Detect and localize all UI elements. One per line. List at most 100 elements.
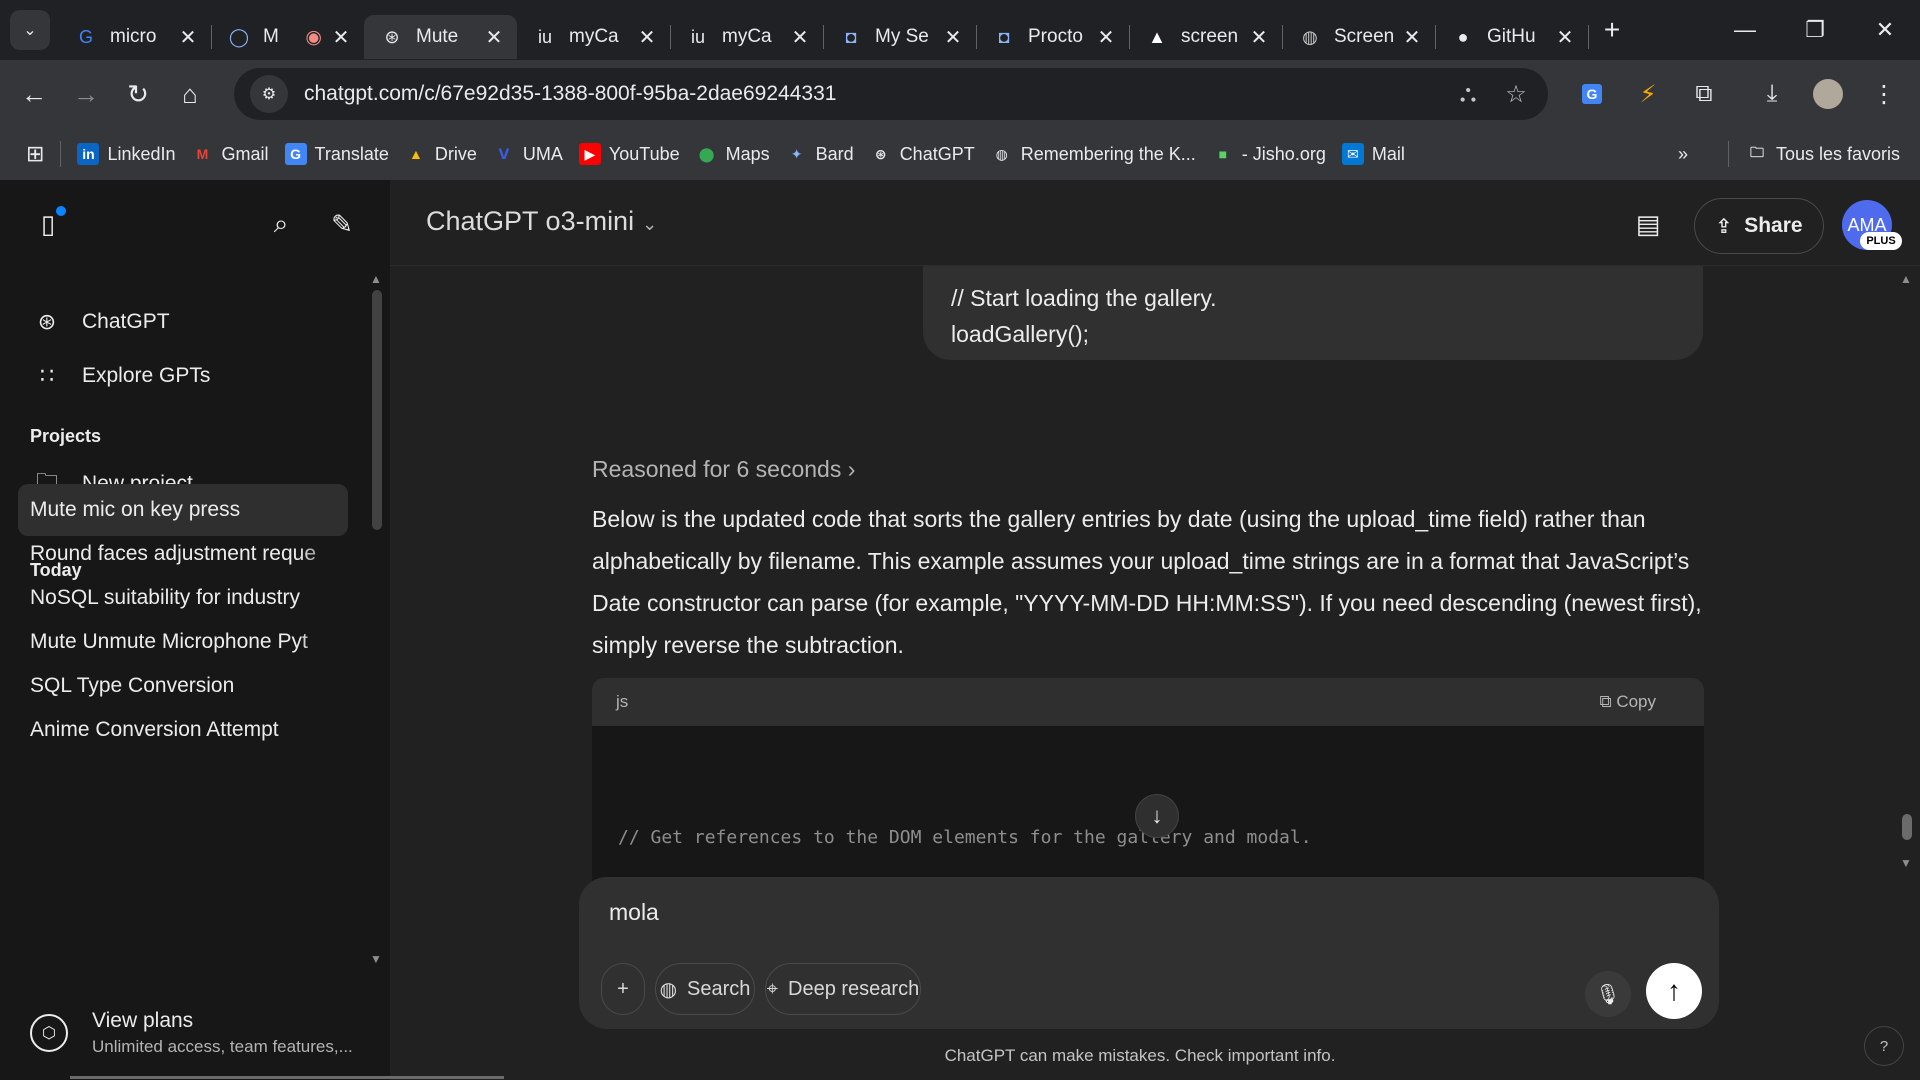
scroll-down-icon[interactable]: ▼ [370, 952, 382, 966]
drive-icon: ▲ [408, 146, 423, 162]
browser-tab[interactable]: iu myCa ✕ [670, 15, 824, 59]
browser-tab[interactable]: iu myCa ✕ [517, 15, 671, 59]
close-tab-icon[interactable]: ✕ [177, 25, 199, 50]
model-selector[interactable]: ChatGPT o3-mini ⌄ [426, 206, 657, 237]
translate-page-icon[interactable]: ⛬ [1444, 80, 1492, 108]
conversation-item[interactable]: Anime Conversion Attempt [18, 704, 348, 756]
reasoning-label: Reasoned for 6 seconds [592, 456, 842, 482]
deep-research-button[interactable]: ⌖ Deep research [765, 963, 921, 1015]
bookmark-item[interactable]: ⬤ Maps [688, 136, 778, 172]
reload-button[interactable]: ↻ [112, 68, 164, 120]
send-button[interactable]: ↑ [1646, 963, 1702, 1019]
close-window-icon[interactable]: ✕ [1850, 0, 1920, 60]
sidebar-item-chatgpt[interactable]: ⊛ ChatGPT [18, 296, 348, 348]
translate-icon: G [284, 143, 307, 165]
plus-badge: PLUS [1860, 232, 1902, 250]
user-message-line: loadGallery(); [951, 321, 1090, 347]
back-button[interactable]: ← [8, 68, 60, 120]
iu-icon: iu [537, 26, 552, 47]
scroll-up-icon[interactable]: ▲ [370, 272, 382, 286]
close-tab-icon[interactable]: ✕ [1248, 25, 1270, 50]
google-translate-extension-icon[interactable]: G [1564, 84, 1620, 104]
browser-tab[interactable]: ● GitHu ✕ [1435, 15, 1589, 59]
search-button[interactable]: ◍ Search [655, 963, 755, 1015]
bookmark-item[interactable]: ✉ Mail [1334, 136, 1413, 172]
close-tab-icon[interactable]: ✕ [330, 25, 352, 50]
bookmark-list: in LinkedIn M Gmail G Translate ▲ Drive ᐯ UMA ▶ You… [69, 136, 1412, 172]
browser-tab[interactable]: ◯ M ◉ ✕ [211, 15, 365, 59]
bookmark-label: Mail [1371, 143, 1405, 164]
all-bookmarks-folder[interactable]: 🗀 Tous les favoris [1738, 136, 1908, 172]
scroll-down-icon[interactable]: ▼ [1900, 856, 1912, 870]
linkedin-icon: in [77, 143, 100, 165]
shield-icon: ◘ [845, 26, 857, 47]
horizontal-scrollbar[interactable] [70, 1076, 504, 1079]
folder-icon: 🗀 [1750, 144, 1764, 160]
new-tab-button[interactable]: + [1592, 14, 1632, 46]
view-plans-button[interactable]: ⬡ View plans Unlimited access, team feat… [18, 1000, 368, 1066]
close-tab-icon[interactable]: ✕ [1095, 25, 1117, 50]
more-bookmarks-icon[interactable]: » [1670, 136, 1696, 172]
puzzle-icon[interactable]: ⧉ [1676, 80, 1732, 108]
url-text[interactable]: chatgpt.com/c/67e92d35-1388-800f-95ba-2d… [304, 82, 1444, 106]
close-tab-icon[interactable]: ✕ [636, 25, 658, 50]
sidebar-scrollbar[interactable] [372, 290, 382, 530]
bookmark-star-icon[interactable]: ☆ [1492, 80, 1540, 109]
tab-search-button[interactable]: ⌄ [10, 10, 50, 50]
close-tab-icon[interactable]: ✕ [1554, 25, 1576, 50]
help-button[interactable]: ? [1864, 1026, 1904, 1066]
forward-button[interactable]: → [60, 68, 112, 120]
address-bar[interactable]: ⚙ chatgpt.com/c/67e92d35-1388-800f-95ba-… [234, 68, 1548, 120]
new-chat-icon[interactable]: ✎ [320, 202, 364, 246]
restore-icon[interactable]: ❐ [1780, 0, 1850, 60]
home-button[interactable]: ⌂ [164, 68, 216, 120]
bookmark-item[interactable]: ✦ Bard [778, 136, 862, 172]
browser-tab[interactable]: ⊛ Mute ✕ [364, 15, 517, 59]
sidebar-item-explore-gpts[interactable]: ∷ Explore GPTs [18, 350, 348, 402]
scroll-up-icon[interactable]: ▲ [1900, 272, 1912, 286]
browser-tab[interactable]: Gmicro ✕ [58, 15, 212, 59]
bookmark-item[interactable]: ᐯ UMA [485, 136, 571, 172]
close-tab-icon[interactable]: ✕ [789, 25, 811, 50]
bookmark-item[interactable]: ▶ YouTube [571, 136, 688, 172]
close-tab-icon[interactable]: ✕ [1401, 25, 1423, 50]
bookmark-label: Bard [815, 143, 854, 164]
attach-button[interactable]: + [601, 963, 645, 1015]
browser-tab[interactable]: ▲ screen ✕ [1129, 15, 1283, 59]
download-icon[interactable]: ⤓ [1744, 80, 1800, 108]
site-info-icon[interactable]: ⚙ [250, 75, 288, 113]
search-icon[interactable]: ⌕ [259, 202, 303, 246]
close-tab-icon[interactable]: ✕ [483, 25, 505, 50]
browser-menu-icon[interactable]: ⋮ [1856, 80, 1912, 109]
pen-extension-icon[interactable]: ⚡ [1620, 80, 1676, 109]
scroll-to-bottom-button[interactable]: ↓ [1135, 794, 1179, 838]
bookmark-item[interactable]: M Gmail [184, 136, 277, 172]
browser-tab[interactable]: ◘ My Se ✕ [823, 15, 977, 59]
reasoning-summary-toggle[interactable]: Reasoned for 6 seconds › [592, 456, 855, 483]
forward-arrow-icon: → [73, 78, 99, 109]
bookmark-item[interactable]: ■ - Jisho.org [1204, 136, 1334, 172]
minimize-icon[interactable]: — [1710, 0, 1780, 60]
jisho-icon: ■ [1218, 146, 1228, 162]
copy-code-button[interactable]: ⧉ Copy [1599, 692, 1656, 712]
code-language-label: js [616, 692, 629, 711]
all-bookmarks-label: Tous les favoris [1776, 143, 1901, 164]
main-scrollbar[interactable] [1902, 814, 1912, 840]
prompt-input[interactable]: mola [609, 899, 659, 926]
profile-avatar[interactable] [1800, 79, 1856, 109]
share-button[interactable]: ⇪ Share [1694, 198, 1824, 254]
close-tab-icon[interactable]: ✕ [942, 25, 964, 50]
browser-tab[interactable]: ◍ Screen ✕ [1282, 15, 1436, 59]
bookmark-item[interactable]: G Translate [277, 136, 397, 172]
bookmark-item[interactable]: ▲ Drive [397, 136, 485, 172]
copy-icon: ⧉ [1599, 692, 1612, 711]
browser-tab[interactable]: ◘ Procto ✕ [976, 15, 1130, 59]
apps-grid-icon[interactable]: ⊞ [18, 136, 52, 172]
bookmark-item[interactable]: ◍ Remembering the K... [983, 136, 1204, 172]
bookmark-item[interactable]: in LinkedIn [69, 136, 183, 172]
toggle-sidebar-icon[interactable]: ▯ [26, 202, 70, 246]
tab-title: M [263, 26, 279, 47]
microphone-button[interactable]: 🎙 [1585, 971, 1631, 1017]
canvas-document-icon[interactable]: ▤ [1626, 202, 1670, 246]
bookmark-item[interactable]: ⊛ ChatGPT [862, 136, 983, 172]
